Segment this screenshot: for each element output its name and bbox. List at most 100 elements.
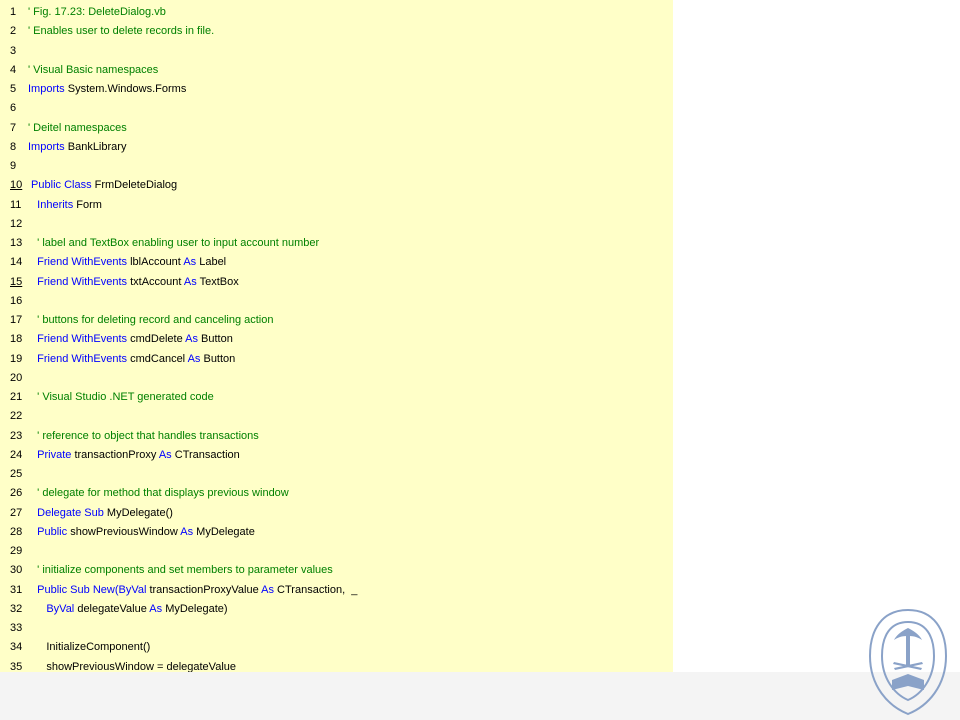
keyword-token: Private xyxy=(28,448,72,461)
keyword-token: Imports xyxy=(28,140,65,153)
comment-token: ' Enables user to delete records in file… xyxy=(28,25,215,38)
code-text: InitializeComponent() xyxy=(28,638,150,657)
line-number: 10 xyxy=(10,179,23,192)
code-text: Friend WithEvents txtAccount As TextBox xyxy=(28,273,239,292)
keyword-token: As xyxy=(183,275,197,288)
code-listing: 1 ' Fig. 17.23: DeleteDialog.vb 2 ' Enables… xyxy=(0,0,673,672)
comment-token: ' initialize components and set members … xyxy=(28,564,333,577)
keyword-token: Imports xyxy=(28,83,65,95)
keyword-token: Friend WithEvents xyxy=(28,275,128,288)
code-token: MyDelegate() xyxy=(103,506,173,519)
line-number: 20 xyxy=(10,371,23,384)
code-token: delegateValue xyxy=(74,602,150,615)
code-token: Form xyxy=(73,198,102,211)
code-text: ' Visual Basic namespaces xyxy=(28,61,158,80)
line-number: 17 xyxy=(10,314,23,326)
line-number: 8 xyxy=(10,140,17,153)
code-text: ' Fig. 17.23: DeleteDialog.vb xyxy=(28,3,166,22)
code-text: Public showPreviousWindow As MyDelegate xyxy=(28,523,255,542)
code-token: transactionProxyValue xyxy=(146,583,262,596)
keyword-token: Friend WithEvents xyxy=(28,333,128,346)
line-number: 7 xyxy=(10,121,17,134)
code-token: showPreviousWindow xyxy=(67,525,181,538)
code-token: Button xyxy=(200,352,236,365)
code-token: txtAccount xyxy=(127,275,184,288)
line-number: 21 xyxy=(10,391,23,403)
line-number: 12 xyxy=(10,217,23,230)
keyword-token: As xyxy=(185,333,198,346)
keyword-token: ByVal xyxy=(118,583,147,596)
keyword-token: Delegate Sub xyxy=(28,506,104,519)
code-text: Friend WithEvents cmdCancel As Button xyxy=(28,350,235,369)
comment-token: ' Visual Studio .NET generated code xyxy=(28,391,214,403)
keyword-token: As xyxy=(158,448,172,461)
code-text: ' label and TextBox enabling user to inp… xyxy=(28,234,319,253)
keyword-token: Inherits xyxy=(28,198,74,211)
code-text: ' buttons for deleting record and cancel… xyxy=(28,311,273,330)
code-text: ' Enables user to delete records in file… xyxy=(28,22,214,41)
code-text: Inherits Form xyxy=(28,196,102,215)
code-text: Delegate Sub MyDelegate() xyxy=(28,504,173,523)
line-number: 22 xyxy=(10,410,23,423)
slide-footer xyxy=(0,672,960,720)
code-token: cmdCancel xyxy=(127,352,188,365)
code-text: ' initialize components and set members … xyxy=(28,561,333,580)
code-text: ByVal delegateValue As MyDelegate) xyxy=(28,600,228,619)
line-number: 15 xyxy=(10,275,23,288)
university-seal-icon xyxy=(868,608,948,716)
line-number: 24 xyxy=(10,448,23,461)
line-number: 27 xyxy=(10,506,23,519)
code-text: Private transactionProxy As CTransaction xyxy=(28,446,240,465)
code-token: MyDelegate) xyxy=(162,602,228,615)
line-number: 19 xyxy=(10,352,23,365)
code-text: Friend WithEvents lblAccount As Label xyxy=(28,253,226,272)
line-number: 33 xyxy=(10,622,23,634)
code-token: Label xyxy=(196,256,227,269)
line-number: 3 xyxy=(10,44,17,57)
line-number: 30 xyxy=(10,564,23,577)
keyword-token: As xyxy=(180,525,194,538)
code-text: ' reference to object that handles trans… xyxy=(28,427,259,446)
keyword-token: Public xyxy=(28,525,68,538)
code-token: CTransaction xyxy=(171,448,240,461)
code-token: InitializeComponent() xyxy=(28,641,151,654)
keyword-token: As xyxy=(183,256,197,269)
code-token: TextBox xyxy=(196,275,239,288)
code-token: FrmDeleteDialog xyxy=(91,179,178,192)
keyword-token: Friend WithEvents xyxy=(28,352,128,365)
code-text: showPreviousWindow = delegateValue xyxy=(28,658,236,673)
comment-token: ' buttons for deleting record and cancel… xyxy=(28,314,274,326)
keyword-token: Public Class xyxy=(28,179,92,192)
line-number: 25 xyxy=(10,468,23,480)
line-number: 16 xyxy=(10,294,23,307)
line-number: 34 xyxy=(10,641,23,654)
code-text: Public Class FrmDeleteDialog xyxy=(28,176,177,195)
comment-token: ' Deitel namespaces xyxy=(28,121,127,134)
code-text: ' Visual Studio .NET generated code xyxy=(28,388,214,407)
line-number: 1 xyxy=(10,6,17,18)
line-number: 14 xyxy=(10,256,23,269)
line-number: 13 xyxy=(10,237,23,249)
keyword-token: As xyxy=(261,583,274,596)
line-number: 4 xyxy=(10,63,17,76)
line-number: 23 xyxy=(10,429,23,442)
line-number: 31 xyxy=(10,583,23,596)
code-token: MyDelegate xyxy=(193,525,255,538)
line-number: 29 xyxy=(10,545,23,557)
line-number: 2 xyxy=(10,25,17,38)
code-token: Button xyxy=(197,333,233,346)
line-number: 5 xyxy=(10,83,17,95)
comment-token: ' label and TextBox enabling user to inp… xyxy=(28,237,320,249)
code-text: ' Deitel namespaces xyxy=(28,119,127,138)
line-number: 32 xyxy=(10,602,23,615)
code-token: lblAccount xyxy=(127,256,184,269)
code-token: cmdDelete xyxy=(127,333,186,346)
line-number: 26 xyxy=(10,487,23,500)
code-token: transactionProxy xyxy=(71,448,159,461)
comment-token: ' reference to object that handles trans… xyxy=(28,429,259,442)
code-token: showPreviousWindow = delegateValue xyxy=(28,660,236,673)
code-text: Imports BankLibrary xyxy=(28,138,126,157)
keyword-token: ByVal xyxy=(28,602,75,615)
comment-token: ' Fig. 17.23: DeleteDialog.vb xyxy=(28,6,166,18)
code-text: Public Sub New(ByVal transactionProxyVal… xyxy=(28,581,357,600)
